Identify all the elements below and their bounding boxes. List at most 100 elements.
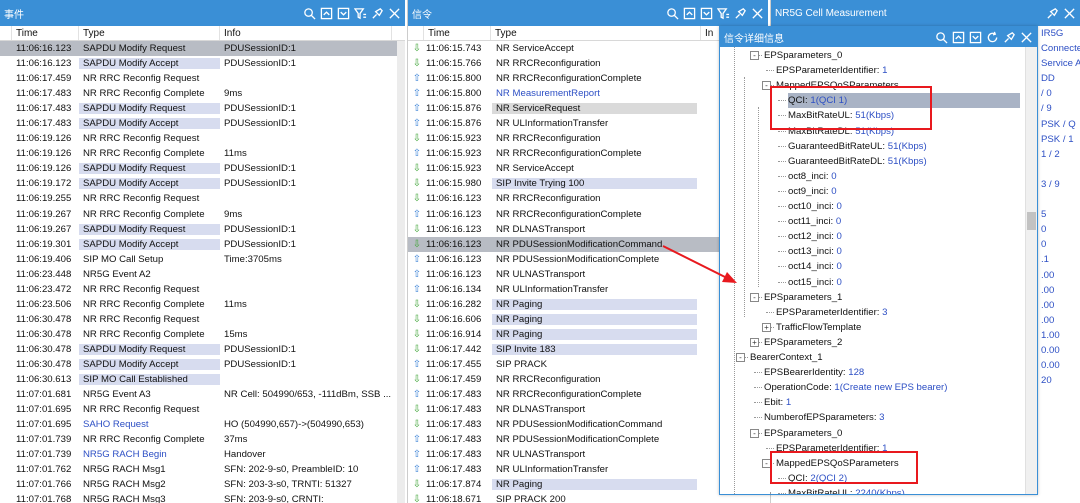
signal-row[interactable]: ⇩ 11:06:17.483 NR PDUSessionModificationCo…: [408, 417, 768, 432]
tree-node[interactable]: oct11_inci: 0: [788, 214, 841, 229]
signal-row[interactable]: ⇩ 11:06:16.606 NR Paging: [408, 312, 768, 327]
popup-titlebar[interactable]: 信令详细信息: [720, 27, 1037, 47]
event-row[interactable]: 11:06:19.255 NR RRC Reconfig Request: [0, 191, 405, 206]
col-type[interactable]: Type: [79, 26, 220, 40]
event-scrollbar[interactable]: [397, 41, 405, 503]
signal-row[interactable]: ⇩ 11:06:16.123 NR RRCReconfiguration: [408, 191, 768, 206]
event-row[interactable]: 11:06:17.459 NR RRC Reconfig Request: [0, 71, 405, 86]
close-icon[interactable]: [1019, 30, 1033, 44]
signal-row[interactable]: ⇧ 11:06:17.455 SIP PRACK: [408, 357, 768, 372]
refresh-icon[interactable]: [985, 30, 999, 44]
signal-row[interactable]: ⇩ 11:06:15.923 NR RRCReconfiguration: [408, 131, 768, 146]
signal-row[interactable]: ⇧ 11:06:17.483 NR RRCReconfigurationComple…: [408, 387, 768, 402]
expand-node-icon[interactable]: +: [750, 337, 759, 347]
tree-node[interactable]: oct14_inci: 0: [788, 259, 842, 274]
tree-node[interactable]: EPSparameters_1: [764, 290, 842, 305]
event-row[interactable]: 11:06:16.123 SAPDU Modify Request PDUSessi…: [0, 41, 405, 57]
signal-row[interactable]: ⇧ 11:06:15.800 NR RRCReconfigurationComple…: [408, 71, 768, 86]
event-row[interactable]: 11:07:01.695 SAHO Request HO (504990,657)-…: [0, 417, 405, 432]
event-row[interactable]: 11:06:17.483 NR RRC Reconfig Complete 9ms: [0, 86, 405, 101]
tree-node[interactable]: EPSParameterIdentifier: 3: [776, 305, 887, 320]
event-row[interactable]: 11:06:23.506 NR RRC Reconfig Complete 11ms: [0, 297, 405, 312]
signal-row[interactable]: ⇧ 11:06:17.483 NR ULInformationTransfer: [408, 462, 768, 477]
col-time[interactable]: Time: [12, 26, 79, 40]
search-icon[interactable]: [934, 30, 948, 44]
signal-row[interactable]: ⇧ 11:06:16.123 NR ULNASTransport: [408, 267, 768, 282]
pin-icon[interactable]: [733, 6, 747, 20]
expand-node-icon[interactable]: +: [762, 322, 771, 332]
event-row[interactable]: 11:06:30.478 NR RRC Reconfig Request: [0, 312, 405, 327]
signal-row[interactable]: ⇧ 11:06:15.800 NR MeasurementReport: [408, 86, 768, 101]
signal-row[interactable]: ⇩ 11:06:17.459 NR RRCReconfiguration: [408, 372, 768, 387]
tree-node[interactable]: EPSparameters_2: [764, 335, 842, 350]
event-row[interactable]: 11:07:01.695 NR RRC Reconfig Request: [0, 402, 405, 417]
collapse-node-icon[interactable]: -: [750, 428, 759, 438]
signal-row[interactable]: ⇧ 11:06:17.483 NR PDUSessionModificationCo…: [408, 432, 768, 447]
event-row[interactable]: 11:06:19.267 SAPDU Modify Request PDUSessi…: [0, 222, 405, 237]
col-type[interactable]: Type: [491, 26, 701, 40]
tree-node[interactable]: EPSBearerIdentity: 128: [764, 365, 864, 380]
pin-icon[interactable]: [1045, 6, 1059, 20]
tree-node[interactable]: oct9_inci: 0: [788, 184, 837, 199]
filter-icon[interactable]: [353, 6, 367, 20]
event-row[interactable]: 11:06:30.478 SAPDU Modify Accept PDUSessio…: [0, 357, 405, 372]
event-row[interactable]: 11:07:01.766 NR5G RACH Msg2 SFN: 203-3-s0,…: [0, 477, 405, 492]
close-icon[interactable]: [750, 6, 764, 20]
collapse-up-icon[interactable]: [951, 30, 965, 44]
event-row[interactable]: 11:06:19.301 SAPDU Modify Accept PDUSessio…: [0, 237, 405, 252]
tree-node[interactable]: NumberofEPSparameters: 3: [764, 410, 885, 425]
close-icon[interactable]: [387, 6, 401, 20]
event-row[interactable]: 11:07:01.768 NR5G RACH Msg3 SFN: 203-9-s0,…: [0, 492, 405, 503]
signal-row[interactable]: ⇧ 11:06:15.876 NR ULInformationTransfer: [408, 116, 768, 131]
pin-icon[interactable]: [1002, 30, 1016, 44]
tree-node[interactable]: EPSparameters_0: [764, 426, 842, 441]
signal-row[interactable]: ⇩ 11:06:17.874 NR Paging: [408, 477, 768, 492]
event-row[interactable]: 11:06:23.472 NR RRC Reconfig Request: [0, 282, 405, 297]
tree-node[interactable]: oct8_inci: 0: [788, 169, 837, 184]
tree-node[interactable]: TrafficFlowTemplate: [776, 320, 861, 335]
signal-row[interactable]: ⇩ 11:06:16.123 NR PDUSessionModificationCo…: [408, 236, 768, 252]
collapse-up-icon[interactable]: [319, 6, 333, 20]
event-row[interactable]: 11:07:01.739 NR RRC Reconfig Complete 37ms: [0, 432, 405, 447]
signal-row[interactable]: ⇩ 11:06:15.923 NR ServiceAccept: [408, 161, 768, 176]
tree-node[interactable]: EPSParameterIdentifier: 1: [776, 63, 887, 78]
signal-row[interactable]: ⇩ 11:06:17.483 NR DLNASTransport: [408, 402, 768, 417]
tree-node[interactable]: MaxBitRateUL: 2240(Kbps): [788, 486, 905, 494]
close-icon[interactable]: [1062, 6, 1076, 20]
filter-icon[interactable]: [716, 6, 730, 20]
event-row[interactable]: 11:06:19.172 SAPDU Modify Accept PDUSessio…: [0, 176, 405, 191]
event-row[interactable]: 11:06:19.267 NR RRC Reconfig Complete 9ms: [0, 207, 405, 222]
signal-row[interactable]: ⇩ 11:06:15.743 NR ServiceAccept: [408, 41, 768, 56]
signal-row[interactable]: ⇩ 11:06:15.766 NR RRCReconfiguration: [408, 56, 768, 71]
signal-row[interactable]: ⇧ 11:06:15.923 NR RRCReconfigurationComple…: [408, 146, 768, 161]
event-row[interactable]: 11:06:19.126 NR RRC Reconfig Complete 11ms: [0, 146, 405, 161]
collapse-node-icon[interactable]: -: [750, 292, 759, 302]
search-icon[interactable]: [665, 6, 679, 20]
detail-scrollbar[interactable]: [1025, 47, 1037, 494]
signal-row[interactable]: ⇩ 11:06:16.123 NR DLNASTransport: [408, 222, 768, 237]
tree-node[interactable]: oct12_inci: 0: [788, 229, 842, 244]
tree-node[interactable]: Ebit: 1: [764, 395, 791, 410]
expand-down-icon[interactable]: [699, 6, 713, 20]
event-row[interactable]: 11:06:30.478 NR RRC Reconfig Complete 15ms: [0, 327, 405, 342]
signal-row[interactable]: ⇩ 11:06:17.442 SIP Invite 183: [408, 342, 768, 357]
event-row[interactable]: 11:06:16.123 SAPDU Modify Accept PDUSessio…: [0, 56, 405, 71]
tree-node[interactable]: EPSparameters_0: [764, 48, 842, 63]
event-row[interactable]: 11:07:01.739 NR5G RACH Begin Handover: [0, 447, 405, 462]
signal-row[interactable]: ⇧ 11:06:17.483 NR ULNASTransport: [408, 447, 768, 462]
collapse-up-icon[interactable]: [682, 6, 696, 20]
tree-node[interactable]: GuaranteedBitRateUL: 51(Kbps): [788, 139, 927, 154]
collapse-node-icon[interactable]: -: [750, 51, 759, 60]
col-time[interactable]: Time: [424, 26, 491, 40]
tree-node[interactable]: BearerContext_1: [750, 350, 823, 365]
search-icon[interactable]: [302, 6, 316, 20]
event-row[interactable]: 11:06:19.126 NR RRC Reconfig Request: [0, 131, 405, 146]
tree-node[interactable]: oct10_inci: 0: [788, 199, 842, 214]
event-row[interactable]: 11:06:17.483 SAPDU Modify Request PDUSessi…: [0, 101, 405, 116]
collapse-node-icon[interactable]: -: [736, 353, 745, 362]
tree-node[interactable]: oct15_inci: 0: [788, 275, 842, 290]
scrollbar-thumb[interactable]: [1027, 212, 1036, 230]
event-row[interactable]: 11:07:01.681 NR5G Event A3 NR Cell: 504990…: [0, 387, 405, 402]
event-row[interactable]: 11:07:01.762 NR5G RACH Msg1 SFN: 202-9-s0,…: [0, 462, 405, 477]
signal-row[interactable]: ⇩ 11:06:16.282 NR Paging: [408, 297, 768, 312]
